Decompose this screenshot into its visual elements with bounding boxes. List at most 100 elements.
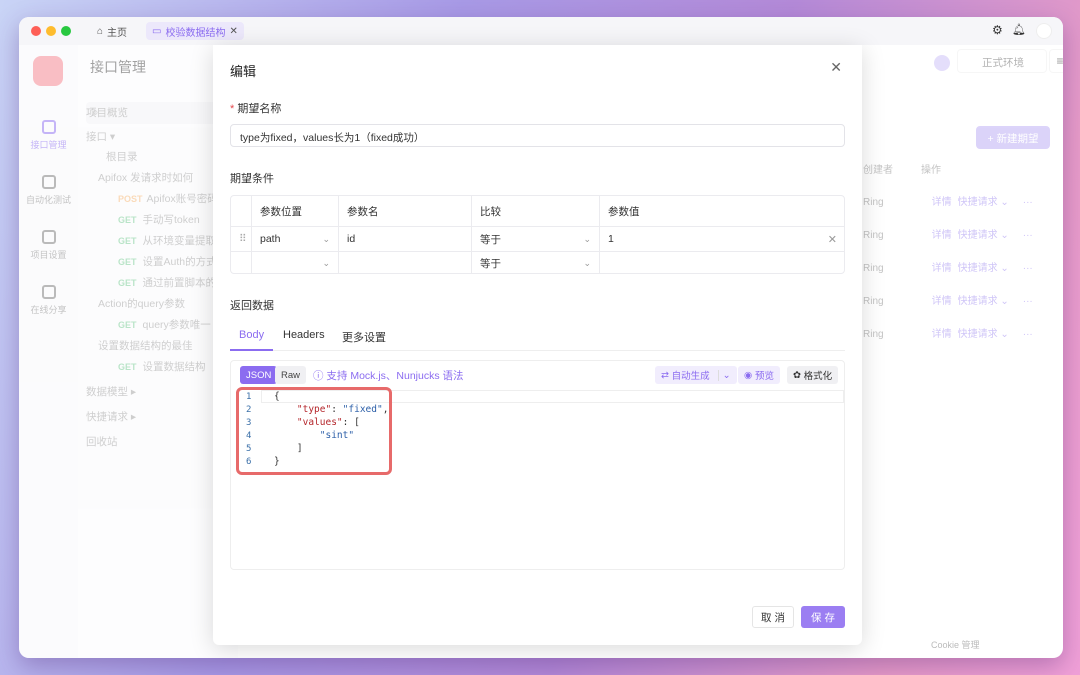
minimize-window-button[interactable]: [46, 26, 56, 36]
avatar[interactable]: [1036, 23, 1052, 39]
chevron-down-icon: ⌄: [322, 257, 330, 268]
param-location-select[interactable]: ⌄: [252, 252, 339, 274]
nav-tree-item[interactable]: GET 设置数据结构: [118, 359, 206, 374]
close-icon[interactable]: ✕: [830, 59, 842, 76]
dialog-title: 编辑: [230, 64, 257, 79]
tab-label: 校验数据结构: [165, 27, 226, 39]
nav-tree-item[interactable]: 回收站: [86, 434, 118, 449]
quick-request-link[interactable]: 快捷请求 ⌄: [958, 296, 1009, 307]
response-body-editor[interactable]: JSON Raw ⓘ 支持 Mock.js、Nunjucks 语法 ⇄ 自动生成…: [230, 360, 845, 570]
nav-tree-item[interactable]: 数据模型 ▸: [86, 384, 136, 399]
detail-link[interactable]: 详情: [932, 329, 952, 340]
close-window-button[interactable]: [31, 26, 41, 36]
chevron-down-icon: ⌄: [322, 233, 330, 244]
quick-request-link[interactable]: 快捷请求 ⌄: [958, 329, 1009, 340]
compare-select[interactable]: 等于 ⌄: [472, 227, 600, 252]
nav-item-label: 手动写token: [142, 214, 200, 226]
tab-more-settings[interactable]: 更多设置: [342, 329, 386, 345]
tab-label: 主页: [107, 27, 128, 39]
param-name-input[interactable]: id: [339, 227, 472, 252]
nav-tree-item[interactable]: 根目录: [106, 149, 138, 164]
raw-toggle[interactable]: Raw: [275, 366, 307, 384]
code-line: }: [274, 456, 280, 467]
nav-tree-item[interactable]: 接口 ▾: [86, 129, 115, 144]
preview-button[interactable]: ◉ 预览: [738, 366, 780, 384]
quick-request-link[interactable]: 快捷请求 ⌄: [958, 197, 1009, 208]
app-logo: [33, 56, 63, 86]
detail-link[interactable]: 详情: [932, 230, 952, 241]
more-icon[interactable]: ···: [1023, 296, 1033, 307]
json-toggle[interactable]: JSON: [240, 366, 278, 384]
sidebar-item-autotest[interactable]: 自动化测试: [19, 175, 78, 206]
maximize-window-button[interactable]: [61, 26, 71, 36]
creator-cell: Ring: [863, 329, 884, 340]
nav-tree-item[interactable]: GET 从环境变量提取: [118, 233, 216, 248]
nav-tree-item[interactable]: GET 通过前置脚本的: [118, 275, 216, 290]
creator-cell: Ring: [863, 263, 884, 274]
bell-icon[interactable]: 🔔︎: [1012, 23, 1026, 36]
param-name-input[interactable]: [339, 252, 472, 274]
method-badge: GET: [118, 278, 137, 288]
detail-link[interactable]: 详情: [932, 263, 952, 274]
compare-select[interactable]: 等于 ⌄: [472, 252, 600, 274]
nav-item-label: 接口 ▾: [86, 131, 116, 143]
auto-generate-button[interactable]: ⇄ 自动生成 ⌄: [655, 366, 737, 384]
environment-select[interactable]: 正式环境: [957, 49, 1047, 73]
mock-syntax-link[interactable]: ⓘ 支持 Mock.js、Nunjucks 语法: [307, 366, 470, 384]
col-header: 参数值: [600, 196, 845, 227]
nav-tree-item[interactable]: Apifox 发请求时如何: [98, 170, 193, 185]
active-tab-indicator: [230, 349, 273, 351]
nav-tree-item[interactable]: GET 手动写token: [118, 212, 200, 227]
panel-title: 接口管理: [90, 59, 146, 75]
more-icon[interactable]: ···: [1023, 230, 1033, 241]
response-tabs: Body Headers 更多设置: [230, 325, 845, 351]
more-icon[interactable]: ···: [1023, 329, 1033, 340]
sidebar-item-settings[interactable]: 项目设置: [19, 230, 78, 261]
nav-tree-item[interactable]: GET query参数唯一: [118, 317, 211, 332]
sync-icon[interactable]: [934, 55, 950, 71]
beautify-button[interactable]: ✿ 格式化: [787, 366, 839, 384]
quick-request-link[interactable]: 快捷请求 ⌄: [958, 263, 1009, 274]
name-label-text: 期望名称: [237, 103, 282, 115]
nav-tree-item[interactable]: 设置数据结构的最佳: [98, 338, 193, 353]
detail-link[interactable]: 详情: [932, 296, 952, 307]
nav-tree-item[interactable]: 快捷请求 ▸: [86, 409, 136, 424]
code-line: {: [274, 391, 280, 402]
cookie-manager-link[interactable]: Cookie 管理: [931, 638, 980, 651]
param-value-input[interactable]: [600, 252, 845, 274]
sidebar-item-api[interactable]: 接口管理: [19, 120, 78, 151]
tab-headers[interactable]: Headers: [283, 329, 325, 341]
more-icon[interactable]: ···: [1023, 197, 1033, 208]
close-tab-icon[interactable]: ✕: [229, 26, 237, 37]
cancel-button[interactable]: 取 消: [752, 606, 794, 628]
api-icon: [41, 120, 56, 134]
new-expectation-button[interactable]: + 新建期望: [976, 126, 1050, 149]
expectation-name-input[interactable]: type为fixed，values长为1（fixed成功）: [230, 124, 845, 147]
line-number: 3: [246, 418, 252, 428]
param-value-input[interactable]: 1 ✕: [600, 227, 845, 252]
chevron-down-icon[interactable]: ⌄: [717, 369, 731, 381]
sidebar-item-share[interactable]: 在线分享: [19, 285, 78, 316]
col-creator: 创建者: [863, 165, 893, 176]
table-row: Ring 详情 快捷请求 ⌄ ···: [863, 292, 1033, 307]
nav-item-label: 数据模型 ▸: [86, 386, 137, 398]
nav-tree-item[interactable]: Action的query参数: [98, 296, 185, 311]
tab-body[interactable]: Body: [239, 329, 264, 341]
clear-icon[interactable]: ✕: [828, 233, 837, 246]
drag-handle-icon[interactable]: ⠿: [231, 227, 252, 252]
save-button[interactable]: 保 存: [801, 606, 845, 628]
settings-icon[interactable]: ⚙: [992, 23, 1003, 37]
sidebar-label: 项目设置: [30, 250, 67, 260]
quick-request-link[interactable]: 快捷请求 ⌄: [958, 230, 1009, 241]
nav-tree-item[interactable]: GET 设置Auth的方式: [118, 254, 217, 269]
title-bar: ⌂ 主页 ▭ 校验数据结构 ✕ ⚙ 🔔︎: [19, 17, 1063, 45]
detail-link[interactable]: 详情: [932, 197, 952, 208]
preview-label: 预览: [754, 371, 774, 382]
nav-tree-item[interactable]: 项目概览: [86, 105, 128, 120]
tab-home[interactable]: ⌂ 主页: [91, 22, 133, 40]
more-icon[interactable]: ···: [1023, 263, 1033, 274]
menu-icon[interactable]: ≡: [1049, 49, 1063, 73]
tab-active[interactable]: ▭ 校验数据结构 ✕: [146, 22, 244, 40]
param-location-select[interactable]: path ⌄: [252, 227, 339, 252]
nav-tree-item[interactable]: POST Apifox账号密码: [118, 191, 218, 206]
